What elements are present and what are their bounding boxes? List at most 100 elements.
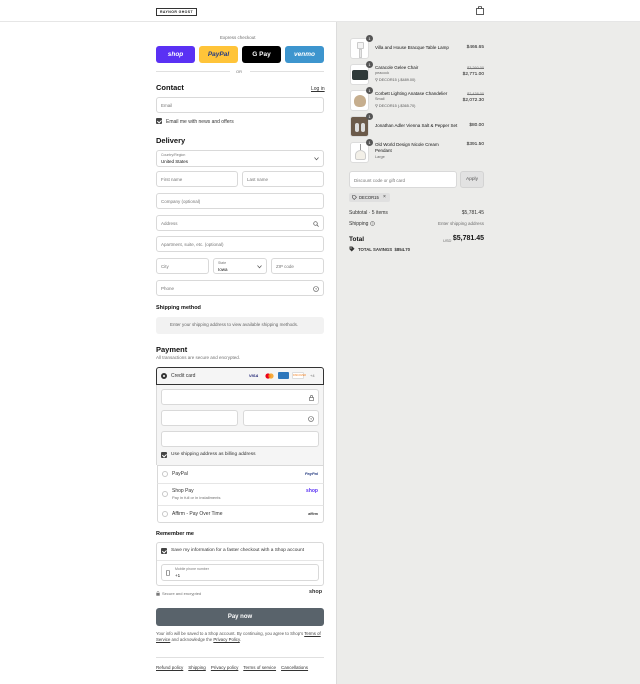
shipping-link[interactable]: Shipping <box>188 665 206 670</box>
venmo-express-button[interactable]: venmo <box>285 46 324 63</box>
apartment-field[interactable]: Apartment, suite, etc. (optional) <box>156 236 324 252</box>
affirm-label: Affirm - Pay Over Time <box>172 511 223 517</box>
security-code-field[interactable]: ? <box>243 410 319 426</box>
amex-icon <box>278 371 289 379</box>
phone-field[interactable]: Phone ? <box>156 280 324 296</box>
login-link[interactable]: Log in <box>311 86 325 92</box>
help-icon[interactable]: ? <box>308 416 314 422</box>
shipping-message: Enter your shipping address to view avai… <box>170 322 299 327</box>
last-name-field[interactable]: Last name <box>242 171 324 187</box>
quantity-badge: 1 <box>366 35 373 42</box>
privacy-link[interactable]: Privacy Policy <box>213 637 239 642</box>
terms-of-service-link[interactable]: Terms of service <box>243 665 276 670</box>
first-name-field[interactable]: First name <box>156 171 238 187</box>
discount-code-label: DECOR15 <box>359 195 379 200</box>
discount-code-field[interactable]: Discount code or gift card <box>349 171 457 188</box>
remember-me-box: Save my information for a faster checkou… <box>156 542 324 586</box>
affirm-radio[interactable] <box>162 511 168 517</box>
address-field[interactable]: Address <box>156 215 324 231</box>
paypal-logo: PayPal <box>304 471 318 476</box>
affirm-logo: affirm <box>308 512 318 516</box>
product-thumbnail <box>350 142 369 163</box>
store-logo[interactable]: RAYNOR GHOST <box>156 8 198 16</box>
product-thumbnail <box>350 90 369 111</box>
shipping-label: Shipping <box>349 221 369 227</box>
expiration-field[interactable] <box>161 410 238 426</box>
save-info-checkbox[interactable] <box>161 548 167 554</box>
shipping-method-heading: Shipping method <box>156 305 201 311</box>
save-info-label: Save my information for a faster checkou… <box>171 548 305 553</box>
affirm-option[interactable]: Affirm - Pay Over Time affirm <box>157 505 324 523</box>
quantity-badge: 1 <box>366 113 373 120</box>
chevron-down-icon <box>257 265 262 269</box>
cancellations-link[interactable]: Cancellations <box>281 665 308 670</box>
pay-now-button[interactable]: Pay now <box>156 608 324 626</box>
product-variant: Large <box>375 155 385 159</box>
savings-tag-icon <box>349 246 355 252</box>
billing-address-checkbox[interactable] <box>161 452 167 458</box>
remember-me-heading: Remember me <box>156 531 194 537</box>
paypal-radio[interactable] <box>162 471 168 477</box>
news-checkbox-label: Email me with news and offers <box>166 119 234 125</box>
search-icon <box>313 221 319 227</box>
divider <box>250 71 324 72</box>
product-name: Old World Design Nicole Cream Pendant <box>375 142 439 153</box>
currency-code: USD <box>443 238 452 243</box>
paypal-option[interactable]: PayPal PayPal <box>157 465 324 483</box>
divider <box>156 657 324 658</box>
divider <box>156 71 230 72</box>
original-price: $2,438.00 <box>467 92 484 96</box>
product-name: Jonathan Adler Vienna Salt & Pepper Set <box>375 123 458 128</box>
product-name: Villa and House Bracque Table Lamp <box>375 45 449 50</box>
company-field[interactable]: Company (optional) <box>156 193 324 209</box>
product-price: $2,072.30 <box>462 98 484 103</box>
shop-pay-logo: shop <box>306 488 318 494</box>
city-field[interactable]: City <box>156 258 209 274</box>
state-select[interactable]: State Iowa <box>213 258 267 274</box>
total-savings: TOTAL SAVINGS $854.70 <box>358 247 410 252</box>
product-discount: ⚲ DECOR15 (-$365.70) <box>375 104 416 108</box>
shop-pay-label: Shop Pay <box>172 488 194 494</box>
total-value: $5,781.45 <box>452 235 484 242</box>
shop-pay-subtitle: Pay in full or in installments <box>172 495 221 500</box>
country-select[interactable]: Country/Region United States <box>156 150 324 167</box>
shop-pay-express-button[interactable]: shop <box>156 46 195 63</box>
svg-text:?: ? <box>372 222 374 226</box>
apply-discount-button[interactable]: Apply <box>460 171 484 188</box>
payment-heading: Payment <box>156 345 188 354</box>
remove-discount-icon[interactable]: × <box>383 194 386 200</box>
lock-icon <box>156 591 160 596</box>
product-variant: Small <box>375 97 385 101</box>
tag-icon <box>352 195 357 200</box>
help-icon[interactable]: ? <box>313 286 319 292</box>
discover-icon: DISCOVER <box>292 371 307 379</box>
shop-pay-radio[interactable] <box>162 491 168 497</box>
google-pay-express-button[interactable]: G Pay <box>242 46 281 63</box>
top-header: RAYNOR GHOST <box>0 0 640 22</box>
paypal-label: PayPal <box>172 471 188 477</box>
email-field[interactable]: Email <box>156 97 324 113</box>
credit-card-option[interactable]: Credit card VISA DISCOVER +4 <box>156 367 324 385</box>
refund-policy-link[interactable]: Refund policy <box>156 665 183 670</box>
shopping-bag-icon[interactable] <box>476 6 484 15</box>
original-price: $3,260.00 <box>467 66 484 70</box>
help-icon[interactable]: ? <box>370 221 375 226</box>
privacy-policy-link[interactable]: Privacy policy <box>211 665 239 670</box>
mobile-phone-field[interactable]: Mobile phone number +1 <box>161 564 319 581</box>
news-checkbox[interactable] <box>156 118 162 124</box>
paypal-express-button[interactable]: PayPal <box>199 46 238 63</box>
contact-heading: Contact <box>156 83 184 92</box>
product-thumbnail <box>350 116 369 137</box>
shop-pay-option[interactable]: Shop Pay Pay in full or in installments … <box>157 483 324 505</box>
card-number-field[interactable] <box>161 389 319 405</box>
quantity-badge: 1 <box>366 87 373 94</box>
product-thumbnail <box>350 64 369 85</box>
zip-field[interactable]: ZIP code <box>271 258 324 274</box>
card-form: ? Use shipping address as billing addres… <box>156 385 324 465</box>
credit-card-radio[interactable] <box>161 373 167 379</box>
express-checkout-title: Express checkout <box>220 35 256 40</box>
name-on-card-field[interactable] <box>161 431 319 447</box>
product-name: Corbett Lighting Anatase Chandelier <box>375 91 448 96</box>
product-discount: ⚲ DECOR15 (-$489.00) <box>375 78 416 82</box>
chevron-down-icon <box>314 157 319 161</box>
